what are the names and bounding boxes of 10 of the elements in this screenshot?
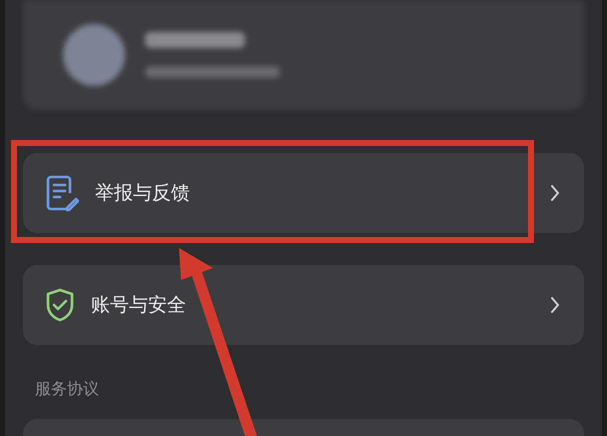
shield-check-icon <box>45 288 75 322</box>
avatar <box>63 24 125 86</box>
menu-label: 举报与反馈 <box>95 180 191 206</box>
menu-label: 账号与安全 <box>91 292 187 318</box>
chevron-right-icon <box>550 184 560 202</box>
chevron-right-icon <box>550 296 560 314</box>
menu-item[interactable]: 账号与安全 <box>23 265 584 345</box>
section-title: 服务协议 <box>35 378 100 400</box>
menu-item[interactable]: 举报与反馈 <box>23 153 584 233</box>
document-pen-icon <box>45 174 79 212</box>
